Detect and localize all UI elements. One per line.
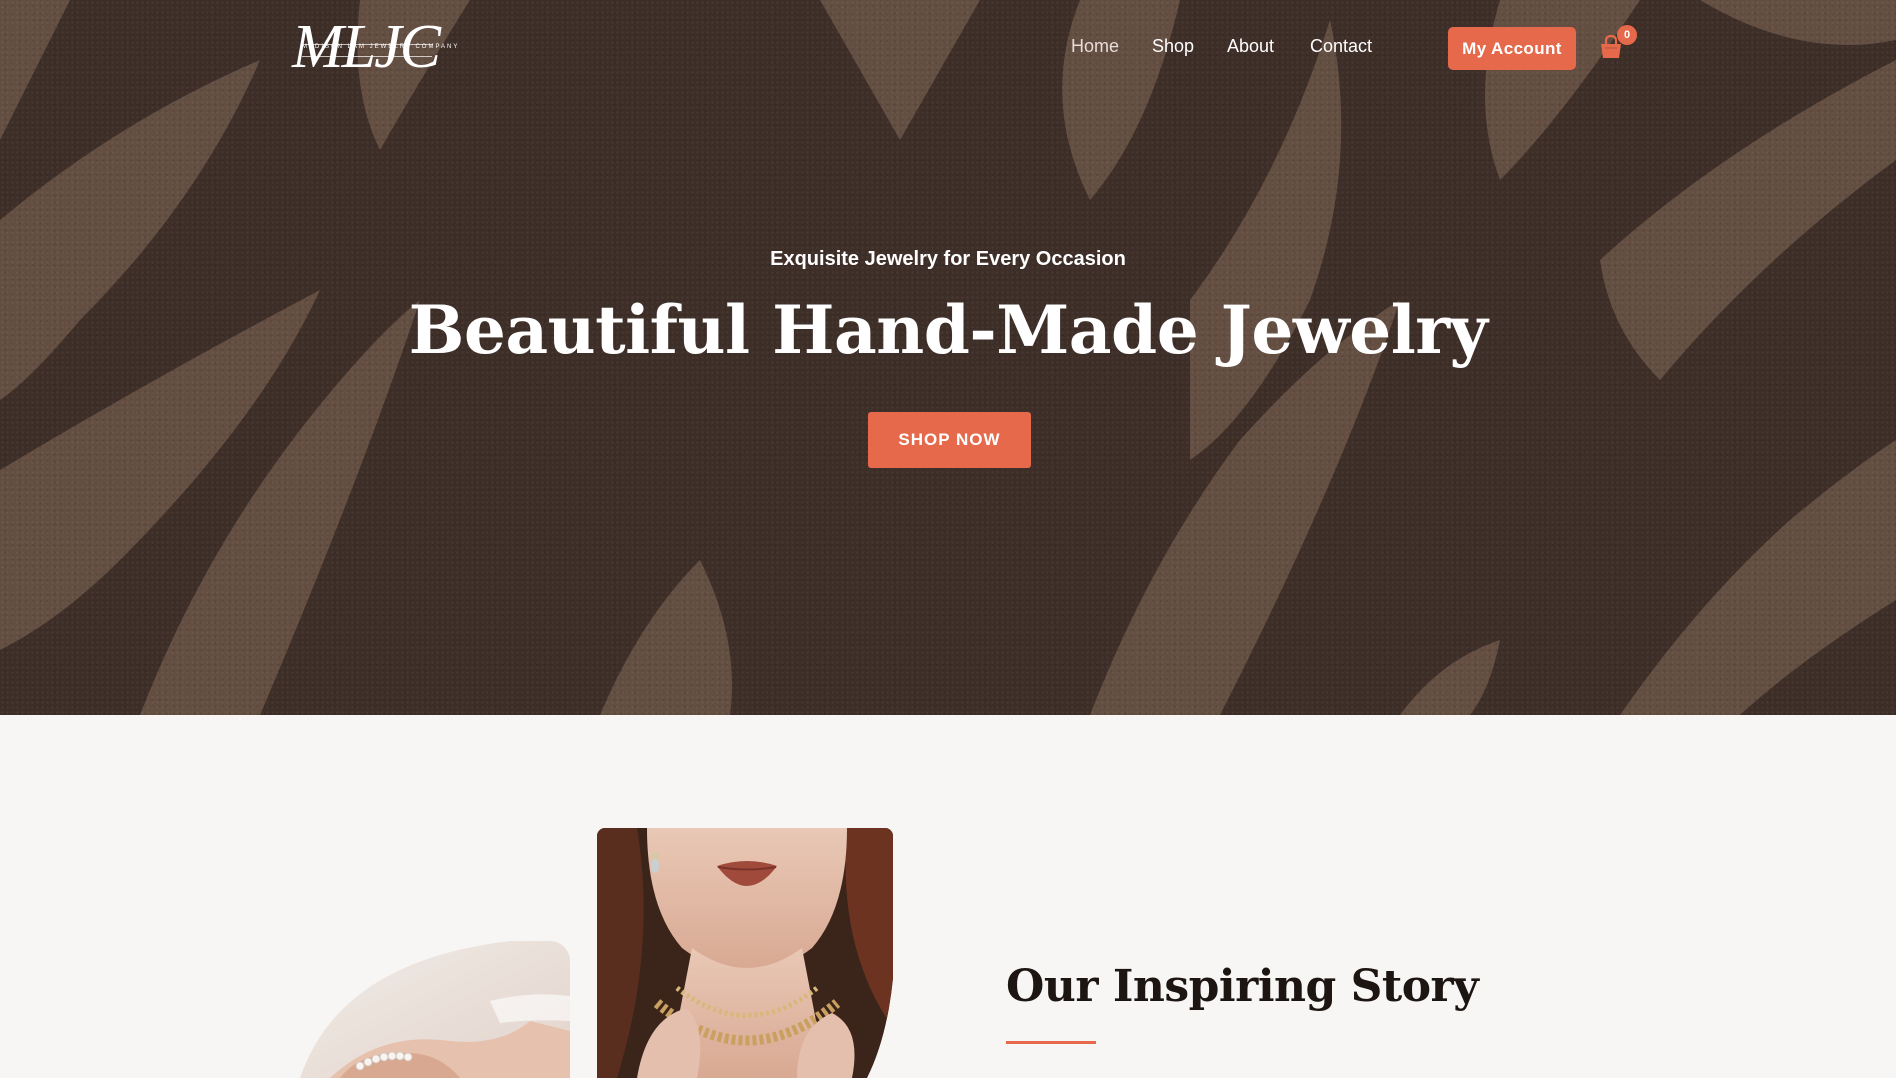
nav-item-contact[interactable]: Contact bbox=[1310, 34, 1372, 58]
my-account-button[interactable]: My Account bbox=[1448, 27, 1576, 70]
hero-subtitle: Exquisite Jewelry for Every Occasion bbox=[770, 248, 1126, 270]
logo-tagline: MADISON LAM JEWELRY COMPANY bbox=[302, 44, 460, 57]
logo-tagline-text: MADISON LAM JEWELRY COMPANY bbox=[302, 44, 460, 50]
model-necklace-photo bbox=[597, 828, 893, 1078]
nav-item-shop[interactable]: Shop bbox=[1152, 34, 1194, 58]
hero-title: Beautiful Hand-Made Jewelry bbox=[408, 291, 1488, 369]
cart-count-badge: 0 bbox=[1617, 25, 1637, 45]
brand-logo[interactable]: MLJC MADISON LAM JEWELRY COMPANY bbox=[292, 14, 460, 80]
nav-item-home[interactable]: Home bbox=[1071, 34, 1119, 58]
shop-now-button[interactable]: SHOP NOW bbox=[868, 412, 1031, 468]
nav-item-about[interactable]: About bbox=[1227, 34, 1274, 58]
story-title-underline bbox=[1006, 1041, 1096, 1044]
story-section bbox=[0, 715, 1896, 1078]
story-title: Our Inspiring Story bbox=[1006, 961, 1479, 1012]
bracelet-photo bbox=[300, 941, 570, 1078]
